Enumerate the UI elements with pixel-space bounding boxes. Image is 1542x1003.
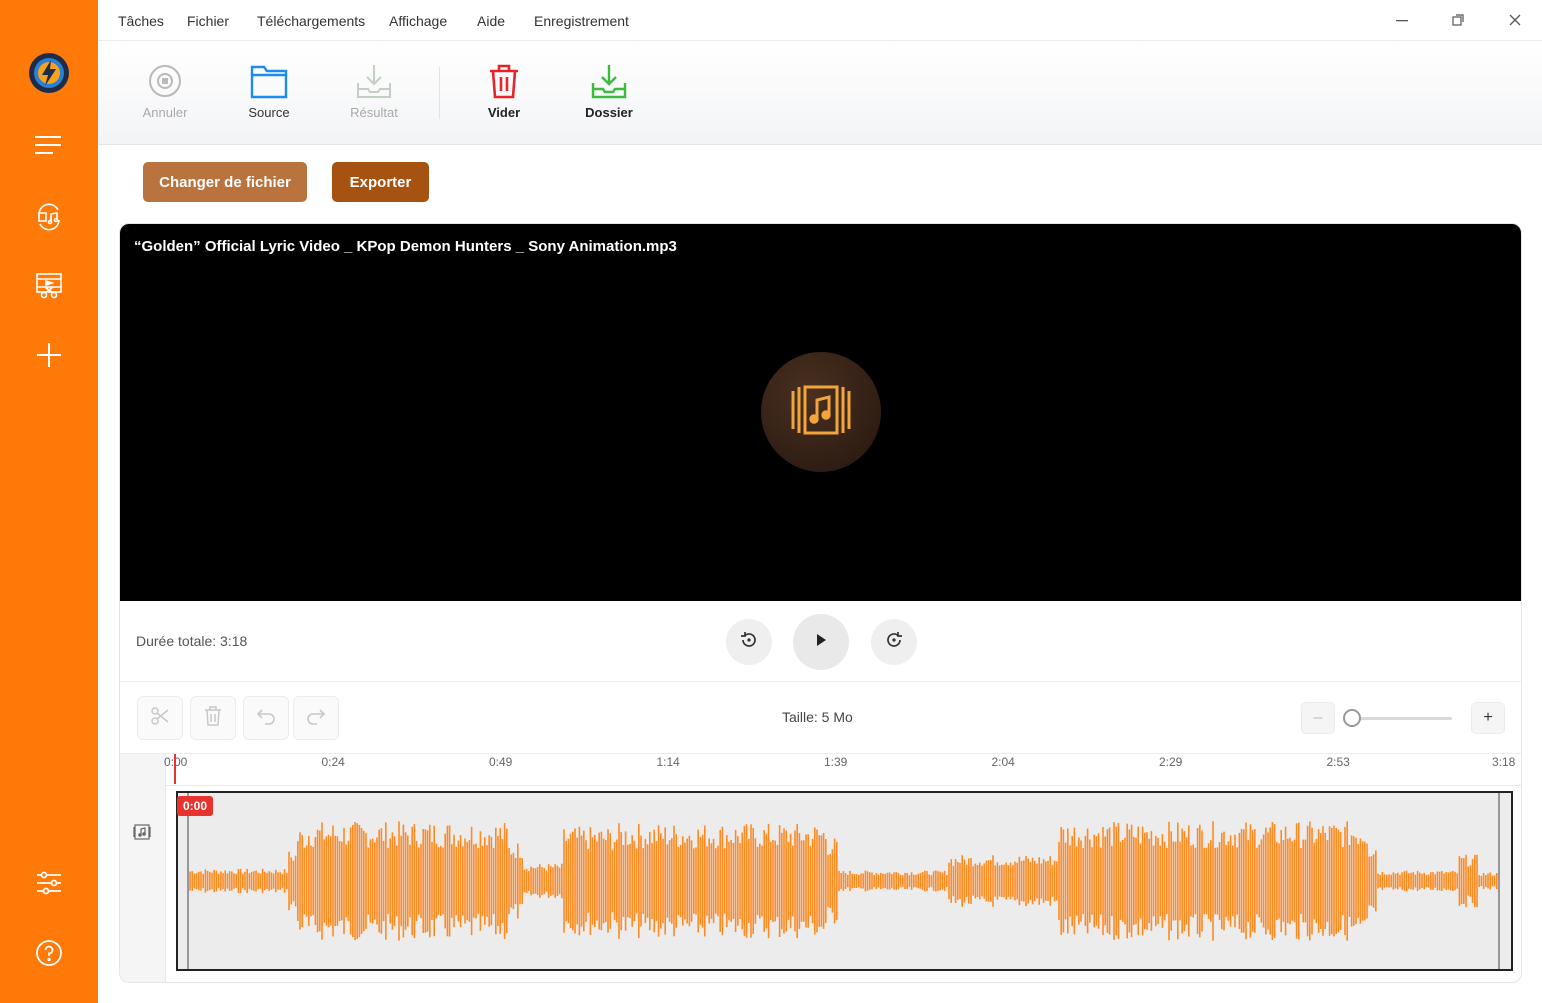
download-tray-icon <box>355 63 393 104</box>
zoom-out-button[interactable]: – <box>1301 702 1335 734</box>
music-file-icon <box>789 383 853 442</box>
menu-affichage[interactable]: Affichage <box>389 13 447 29</box>
clear-button[interactable]: Vider <box>464 63 544 125</box>
export-button[interactable]: Exporter <box>332 162 429 202</box>
toolbar: Annuler Source Résultat Vider Dossier <box>98 41 1542 145</box>
zoom-slider-thumb[interactable] <box>1343 709 1361 727</box>
restore-button[interactable] <box>1442 8 1474 32</box>
playhead[interactable] <box>174 754 176 784</box>
forward-icon <box>885 631 903 654</box>
folder-button[interactable]: Dossier <box>569 63 649 125</box>
scissors-icon <box>150 706 170 731</box>
track-gutter <box>120 754 166 982</box>
menu-aide[interactable]: Aide <box>477 13 505 29</box>
stop-circle-icon <box>148 64 182 103</box>
settings-sliders-icon[interactable] <box>24 858 74 908</box>
change-file-button[interactable]: Changer de fichier <box>143 162 307 202</box>
sidebar <box>0 0 98 1003</box>
ruler-tick: 2:29 <box>1159 755 1183 769</box>
time-ruler[interactable]: 0:000:240:491:141:392:042:292:533:18 <box>164 754 1521 786</box>
waveform <box>187 793 1500 969</box>
source-label: Source <box>248 105 290 120</box>
cut-button[interactable] <box>137 696 183 740</box>
result-button[interactable]: Résultat <box>334 63 414 125</box>
minimize-button[interactable] <box>1386 8 1418 32</box>
zoom-slider[interactable] <box>1352 717 1452 720</box>
music-placeholder <box>761 352 881 472</box>
folder-label: Dossier <box>585 105 633 120</box>
waveform-track[interactable] <box>176 791 1513 971</box>
ruler-tick: 2:04 <box>991 755 1015 769</box>
zoom-in-button[interactable]: + <box>1471 702 1505 734</box>
trash-icon <box>204 705 222 731</box>
ruler-tick: 0:24 <box>321 755 345 769</box>
file-size: Taille: 5 Mo <box>782 709 853 725</box>
ruler-tick: 0:49 <box>489 755 513 769</box>
video-cut-icon[interactable] <box>24 260 74 310</box>
rewind-icon <box>740 631 758 654</box>
playback-controls: Durée totale: 3:18 <box>120 601 1521 682</box>
play-button[interactable] <box>793 614 849 670</box>
help-icon[interactable] <box>24 928 74 978</box>
trash-icon <box>487 63 521 104</box>
minus-icon: – <box>1313 709 1323 726</box>
rewind-button[interactable] <box>726 619 772 665</box>
add-icon[interactable] <box>24 330 74 380</box>
menu-icon[interactable] <box>24 120 74 170</box>
file-title: “Golden” Official Lyric Video _ KPop Dem… <box>134 238 677 255</box>
video-preview: “Golden” Official Lyric Video _ KPop Dem… <box>120 224 1521 601</box>
folder-icon <box>250 63 288 104</box>
player-panel: “Golden” Official Lyric Video _ KPop Dem… <box>119 223 1522 983</box>
app-logo-icon <box>24 48 74 98</box>
menu-taches[interactable]: Tâches <box>118 13 164 29</box>
timeline: 0:000:240:491:141:392:042:292:533:18 0:0… <box>120 754 1521 982</box>
ruler-tick: 2:53 <box>1326 755 1350 769</box>
ruler-tick: 3:18 <box>1492 755 1516 769</box>
download-folder-icon <box>590 63 628 104</box>
menu-telechargements[interactable]: Téléchargements <box>257 13 365 29</box>
ruler-tick: 1:39 <box>824 755 848 769</box>
plus-icon: + <box>1483 709 1493 726</box>
play-icon <box>814 633 828 652</box>
source-button[interactable]: Source <box>229 63 309 125</box>
result-label: Résultat <box>350 105 398 120</box>
current-time-badge: 0:00 <box>177 796 214 816</box>
edit-toolbar: Taille: 5 Mo – + <box>120 682 1521 754</box>
close-button[interactable] <box>1499 8 1531 32</box>
cancel-button[interactable]: Annuler <box>125 63 205 125</box>
undo-button[interactable] <box>243 696 289 740</box>
redo-icon <box>306 707 326 730</box>
toolbar-divider <box>439 67 440 119</box>
ruler-tick: 1:14 <box>656 755 680 769</box>
menu-fichier[interactable]: Fichier <box>187 13 229 29</box>
redo-button[interactable] <box>293 696 339 740</box>
audio-convert-icon[interactable] <box>24 192 74 242</box>
app-window: Tâches Fichier Téléchargements Affichage… <box>0 0 1542 1003</box>
total-duration: Durée totale: 3:18 <box>136 633 248 649</box>
menu-enregistrement[interactable]: Enregistrement <box>534 13 629 29</box>
audio-track-icon <box>133 824 151 845</box>
undo-icon <box>256 707 276 730</box>
delete-segment-button[interactable] <box>190 696 236 740</box>
menu-bar: Tâches Fichier Téléchargements Affichage… <box>98 0 1542 41</box>
cancel-label: Annuler <box>142 105 188 120</box>
forward-button[interactable] <box>871 619 917 665</box>
clear-label: Vider <box>487 105 521 120</box>
